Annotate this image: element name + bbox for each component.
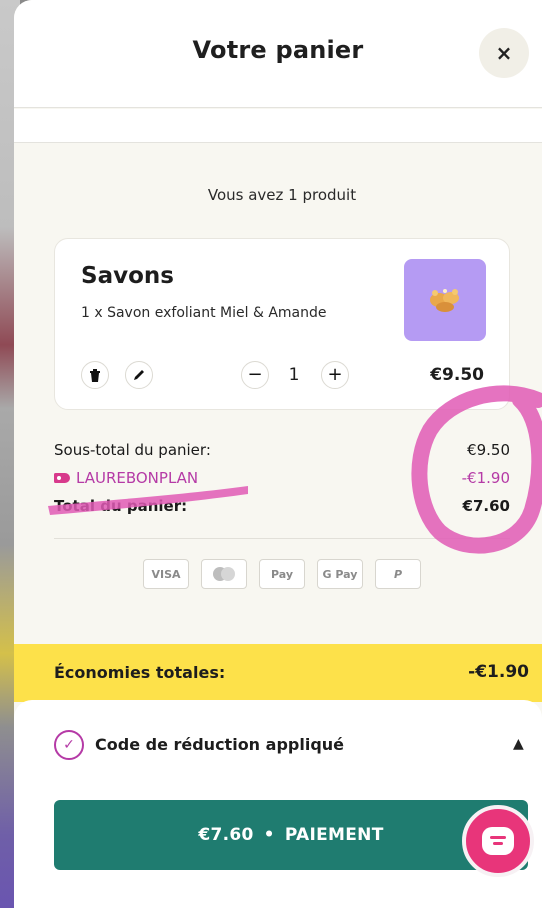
subtotal-value: €9.50 (467, 441, 510, 459)
delete-item-button[interactable] (81, 361, 109, 389)
checkout-separator: • (263, 825, 275, 845)
payment-methods: VISA Pay G Pay P (143, 559, 423, 589)
savings-banner: Économies totales: -€1.90 (14, 644, 542, 702)
pencil-icon (134, 370, 144, 380)
coupon-tag-icon (54, 473, 70, 483)
cart-drawer: Votre panier × Vous avez 1 produit Savon… (14, 0, 542, 908)
checkout-amount: €7.60 (198, 825, 254, 845)
promo-applied-toggle[interactable]: Code de réduction appliqué (95, 735, 344, 754)
paypal-icon: P (375, 559, 421, 589)
item-description: 1 x Savon exfoliant Miel & Amande (81, 305, 327, 321)
chat-button[interactable] (462, 805, 534, 877)
cart-header: Votre panier × (14, 0, 542, 108)
total-label: Total du panier: (54, 497, 188, 515)
cart-item-card: Savons 1 x Savon exfoliant Miel & Amande (54, 238, 510, 410)
quantity-decrease-button[interactable]: − (241, 361, 269, 389)
quantity-value: 1 (288, 365, 300, 385)
chat-icon (482, 827, 514, 855)
plus-icon: + (327, 364, 343, 385)
chevron-up-icon[interactable]: ▲ (513, 736, 524, 752)
check-circle-icon: ✓ (54, 730, 84, 760)
close-icon: × (495, 41, 513, 65)
item-price: €9.50 (430, 365, 484, 385)
subtotal-row: Sous-total du panier: €9.50 (54, 441, 510, 465)
quantity-increase-button[interactable]: + (321, 361, 349, 389)
savings-label: Économies totales: (54, 663, 226, 682)
cart-title: Votre panier (192, 36, 364, 64)
discount-row: LAUREBONPLAN -€1.90 (54, 469, 510, 493)
total-value: €7.60 (462, 497, 510, 515)
visa-icon: VISA (143, 559, 189, 589)
summary-divider (54, 538, 510, 539)
product-count: Vous avez 1 produit (207, 186, 357, 204)
checkout-footer: ✓ Code de réduction appliqué ▲ €7.60 • P… (14, 700, 542, 908)
trash-icon (90, 368, 100, 382)
product-thumbnail[interactable] (404, 259, 486, 341)
discount-value: -€1.90 (461, 469, 510, 487)
discount-code: LAUREBONPLAN (76, 469, 199, 487)
item-category: Savons (81, 263, 174, 289)
apple-pay-icon: Pay (259, 559, 305, 589)
header-spacer (14, 109, 542, 143)
checkout-label: PAIEMENT (284, 825, 384, 845)
total-row: Total du panier: €7.60 (54, 497, 510, 521)
minus-icon: − (247, 364, 263, 385)
google-pay-icon: G Pay (317, 559, 363, 589)
soap-image-icon (430, 289, 459, 312)
mastercard-icon (201, 559, 247, 589)
subtotal-label: Sous-total du panier: (54, 441, 211, 459)
savings-value: -€1.90 (468, 662, 529, 682)
close-button[interactable]: × (479, 28, 529, 78)
edit-item-button[interactable] (125, 361, 153, 389)
checkout-button[interactable]: €7.60 • PAIEMENT (54, 800, 528, 870)
